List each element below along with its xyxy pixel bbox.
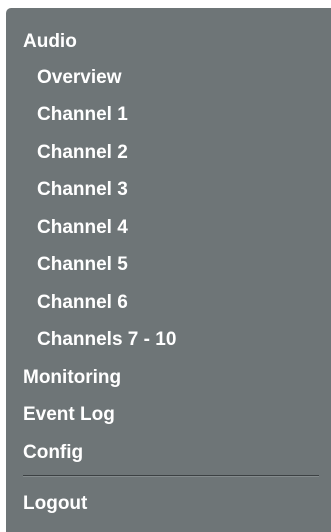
sidebar-nav: Audio Overview Channel 1 Channel 2 Chann…: [6, 8, 331, 532]
nav-item-overview[interactable]: Overview: [37, 63, 122, 93]
nav-item-logout[interactable]: Logout: [23, 489, 87, 519]
nav-item-audio[interactable]: Audio: [23, 27, 77, 57]
nav-item-channel-6[interactable]: Channel 6: [37, 288, 128, 318]
nav-item-channel-3[interactable]: Channel 3: [37, 175, 128, 205]
nav-item-channel-4[interactable]: Channel 4: [37, 213, 128, 243]
nav-item-channel-2[interactable]: Channel 2: [37, 138, 128, 168]
nav-item-event-log[interactable]: Event Log: [23, 400, 115, 430]
nav-divider: [23, 475, 319, 477]
nav-item-config[interactable]: Config: [23, 438, 83, 468]
nav-item-channel-5[interactable]: Channel 5: [37, 250, 128, 280]
nav-item-monitoring[interactable]: Monitoring: [23, 363, 121, 393]
nav-item-channels-7-10[interactable]: Channels 7 - 10: [37, 325, 176, 355]
nav-item-channel-1[interactable]: Channel 1: [37, 100, 128, 130]
